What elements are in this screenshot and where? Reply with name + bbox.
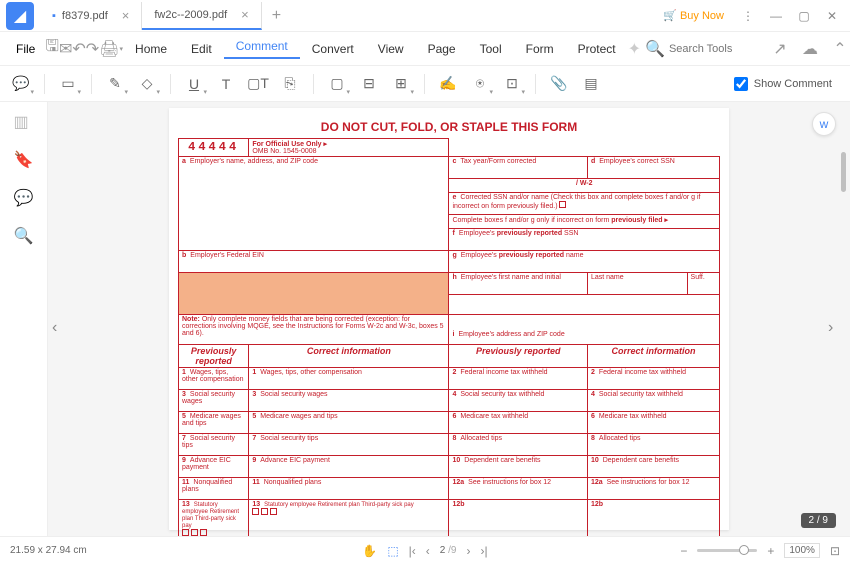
note-tool[interactable]: 💬 [6,70,36,98]
form-title: DO NOT CUT, FOLD, OR STAPLE THIS FORM [169,120,729,134]
highlight-tool[interactable]: ▭ [53,70,83,98]
underline-tool[interactable]: U [179,70,209,98]
wand-icon[interactable]: ✦ [628,39,641,59]
attach-tool[interactable]: 📎 [544,70,574,98]
scrollbar[interactable] [841,152,846,192]
close-icon[interactable]: × [241,7,249,22]
show-comment-label: Show Comment [754,78,832,90]
search-input[interactable] [669,43,749,55]
bookmark-icon[interactable]: 🔖 [14,150,34,170]
compare-tool[interactable]: ⊡ [497,70,527,98]
page-input[interactable]: 2 /9 [440,545,457,556]
maximize-button[interactable]: ▢ [792,4,816,28]
page-badge: 2 / 9 [801,513,836,528]
print-icon[interactable]: 🖨 [99,37,119,61]
buy-now-link[interactable]: 🛒 Buy Now [655,9,732,22]
prev-page-button[interactable]: ‹ [426,544,430,558]
workspace: ▥ 🔖 💬 🔍 ‹ w 2 / 9 DO NOT CUT, FOLD, OR S… [0,102,850,536]
textbox-tool[interactable]: ▢T [243,70,273,98]
pdf-icon: ▪ [52,10,56,22]
zoom-select[interactable]: 100% [784,543,820,558]
stamp-tool[interactable]: ⊞ [386,70,416,98]
app-logo-icon[interactable]: ◢ [6,2,34,30]
redo-icon[interactable]: ↷ [86,37,99,61]
search-icon[interactable]: 🔍 [645,39,665,59]
mail-icon[interactable]: ✉ [59,37,72,61]
close-window-button[interactable]: ✕ [820,4,844,28]
fit-page-button[interactable]: ⊡ [830,544,840,558]
menu-form[interactable]: Form [514,42,566,56]
menubar: File 🖫 ✉ ↶ ↷ 🖨 ▾ Home Edit Comment Conve… [0,32,850,66]
add-tab-button[interactable]: + [262,7,291,25]
tab-label: fw2c--2009.pdf [154,9,227,21]
save-icon[interactable]: 🖫 [45,37,59,61]
menu-view[interactable]: View [366,42,416,56]
undo-icon[interactable]: ↶ [72,37,85,61]
document-viewport[interactable]: w 2 / 9 DO NOT CUT, FOLD, OR STAPLE THIS… [48,102,850,536]
menu-protect[interactable]: Protect [566,42,628,56]
stamp2-tool[interactable]: ⍟ [465,70,495,98]
form-w2c: 44444 For Official Use Only ▸OMB No. 154… [178,138,720,536]
side-panel: ▥ 🔖 💬 🔍 [0,102,48,536]
page-dimensions: 21.59 x 27.94 cm [10,545,87,556]
toolbar: 💬 ▭ ✎ ◇ U T ▢T ⎘ ▢ ⊟ ⊞ ✍ ⍟ ⊡ 📎 ▤ Show Co… [0,66,850,102]
zoom-out-button[interactable]: − [680,544,687,558]
search-panel-icon[interactable]: 🔍 [14,226,34,246]
pencil-tool[interactable]: ✎ [100,70,130,98]
first-page-button[interactable]: |‹ [409,544,416,558]
menu-edit[interactable]: Edit [179,42,224,56]
ai-assist-icon[interactable]: w [812,112,836,136]
collapse-icon[interactable]: ⌃ [827,37,850,61]
close-icon[interactable]: × [122,8,130,23]
measure-tool[interactable]: ⊟ [354,70,384,98]
share-icon[interactable]: ↗ [767,37,793,61]
tab-f8379[interactable]: ▪ f8379.pdf × [40,2,142,30]
menu-home[interactable]: Home [123,42,179,56]
thumbnails-icon[interactable]: ▥ [14,112,34,132]
menu-page[interactable]: Page [416,42,468,56]
minimize-button[interactable]: — [764,4,788,28]
show-comment-checkbox[interactable] [734,77,748,91]
list-tool[interactable]: ▤ [576,70,606,98]
comment-panel-icon[interactable]: 💬 [14,188,34,208]
pdf-page: DO NOT CUT, FOLD, OR STAPLE THIS FORM 44… [169,108,729,530]
file-menu[interactable]: File [6,42,45,56]
next-page-button[interactable]: › [466,544,470,558]
tab-label: f8379.pdf [62,10,108,22]
cloud-icon[interactable]: ☁ [797,37,823,61]
eraser-tool[interactable]: ◇ [132,70,162,98]
select-tool[interactable]: ⬚ [387,544,398,558]
tab-fw2c[interactable]: fw2c--2009.pdf × [142,2,261,30]
menu-convert[interactable]: Convert [300,42,366,56]
signature-tool[interactable]: ✍ [433,70,463,98]
hand-tool[interactable]: ✋ [362,544,377,558]
last-page-button[interactable]: ›| [480,544,487,558]
zoom-slider[interactable] [697,549,757,552]
callout-tool[interactable]: ⎘ [275,70,305,98]
titlebar: ◢ ▪ f8379.pdf × fw2c--2009.pdf × + 🛒 Buy… [0,0,850,32]
shape-tool[interactable]: ▢ [322,70,352,98]
chevron-right-icon[interactable]: › [828,319,844,335]
menu-tool[interactable]: Tool [468,42,514,56]
text-tool[interactable]: T [211,70,241,98]
zoom-in-button[interactable]: + [767,544,774,558]
options-icon[interactable]: ⋮ [736,4,760,28]
menu-comment[interactable]: Comment [224,39,300,59]
statusbar: 21.59 x 27.94 cm ✋ ⬚ |‹ ‹ 2 /9 › ›| − + … [0,536,850,564]
